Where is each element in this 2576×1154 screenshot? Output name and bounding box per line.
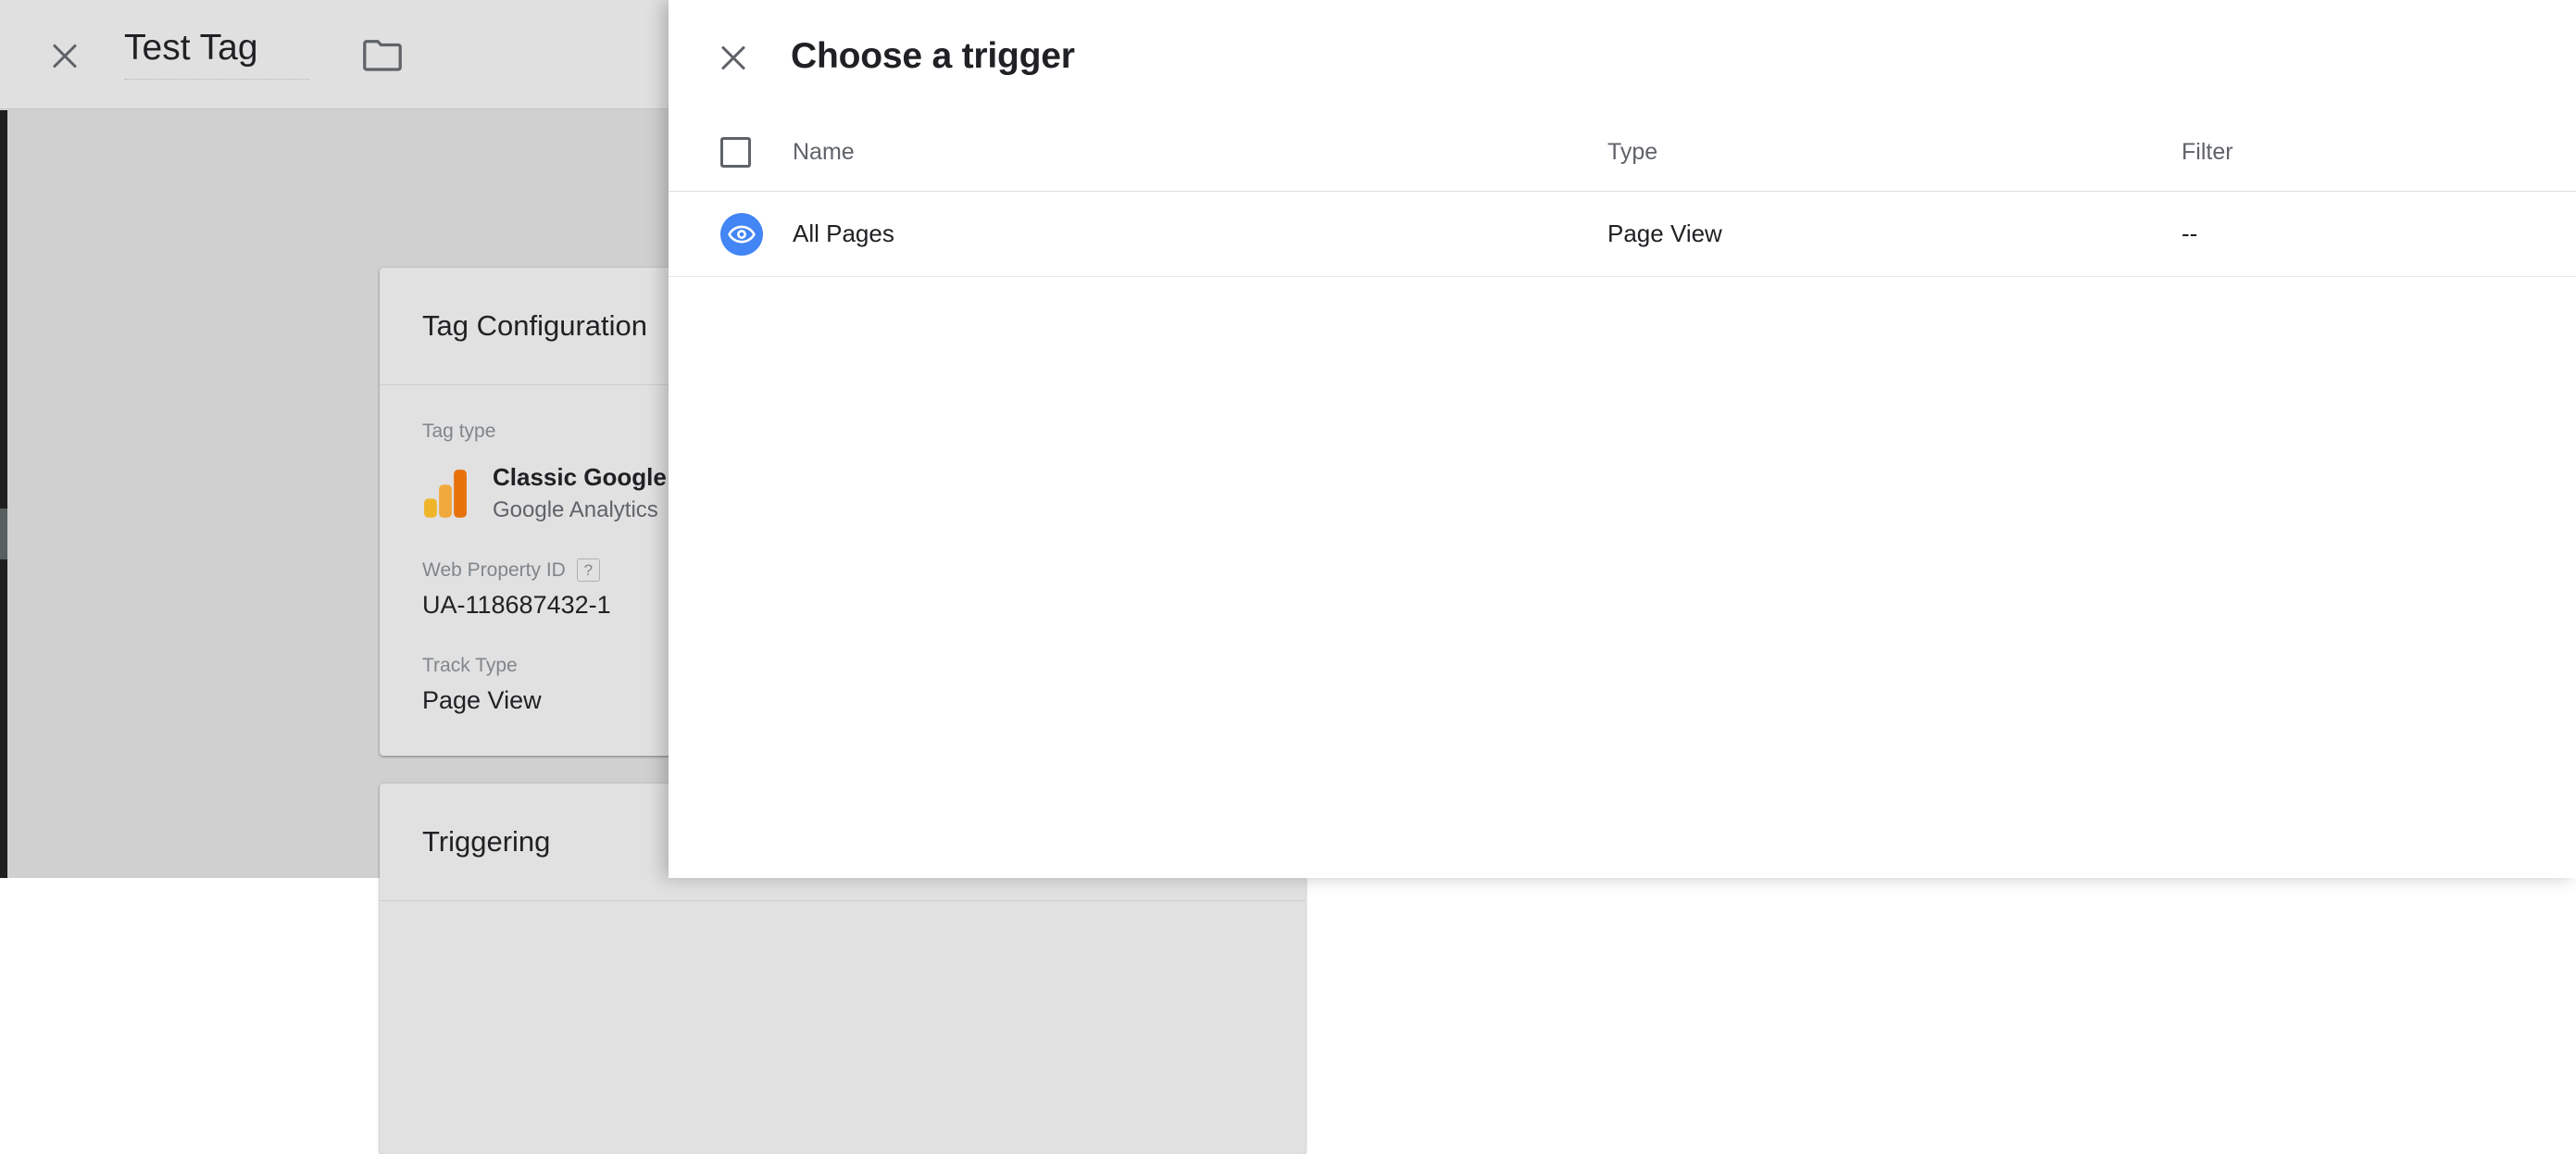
dialog-header: Choose a trigger xyxy=(669,0,2576,113)
help-icon[interactable]: ? xyxy=(577,558,600,582)
tag-name-container: Test Tag xyxy=(124,29,309,81)
trigger-icon-cell xyxy=(720,213,793,256)
folder-button[interactable] xyxy=(356,28,409,82)
tag-name-input[interactable]: Test Tag xyxy=(124,29,309,81)
close-dialog-button[interactable] xyxy=(707,31,759,82)
table-row[interactable]: All Pages Page View -- xyxy=(669,192,2576,277)
choose-trigger-dialog: Choose a trigger Name Type Filter All Pa… xyxy=(669,0,2576,878)
dialog-title: Choose a trigger xyxy=(791,36,1075,77)
column-header-type[interactable]: Type xyxy=(1607,139,2182,166)
close-tag-editor-button[interactable] xyxy=(39,29,91,81)
close-icon xyxy=(718,41,749,72)
eye-icon xyxy=(728,220,756,248)
scrollbar-thumb[interactable] xyxy=(0,508,7,559)
trigger-table: Name Type Filter All Pages Page View -- xyxy=(669,113,2576,277)
column-header-name[interactable]: Name xyxy=(793,139,1607,166)
close-icon xyxy=(49,39,81,70)
google-analytics-icon xyxy=(422,468,469,520)
select-all-checkbox[interactable] xyxy=(720,137,751,168)
track-type-label-text: Track Type xyxy=(422,655,518,677)
card-divider xyxy=(380,900,1306,901)
web-property-id-label-text: Web Property ID xyxy=(422,559,566,582)
trigger-name[interactable]: All Pages xyxy=(793,220,1607,248)
trigger-filter: -- xyxy=(2182,220,2576,248)
select-all-cell xyxy=(720,137,793,168)
page-view-eye-icon[interactable] xyxy=(720,213,763,256)
page-scrollbar[interactable] xyxy=(0,110,7,878)
trigger-type: Page View xyxy=(1607,220,2182,248)
tag-type-label-text: Tag type xyxy=(422,420,495,443)
column-header-filter[interactable]: Filter xyxy=(2182,139,2576,166)
table-header-row: Name Type Filter xyxy=(669,113,2576,192)
folder-icon xyxy=(363,38,402,71)
